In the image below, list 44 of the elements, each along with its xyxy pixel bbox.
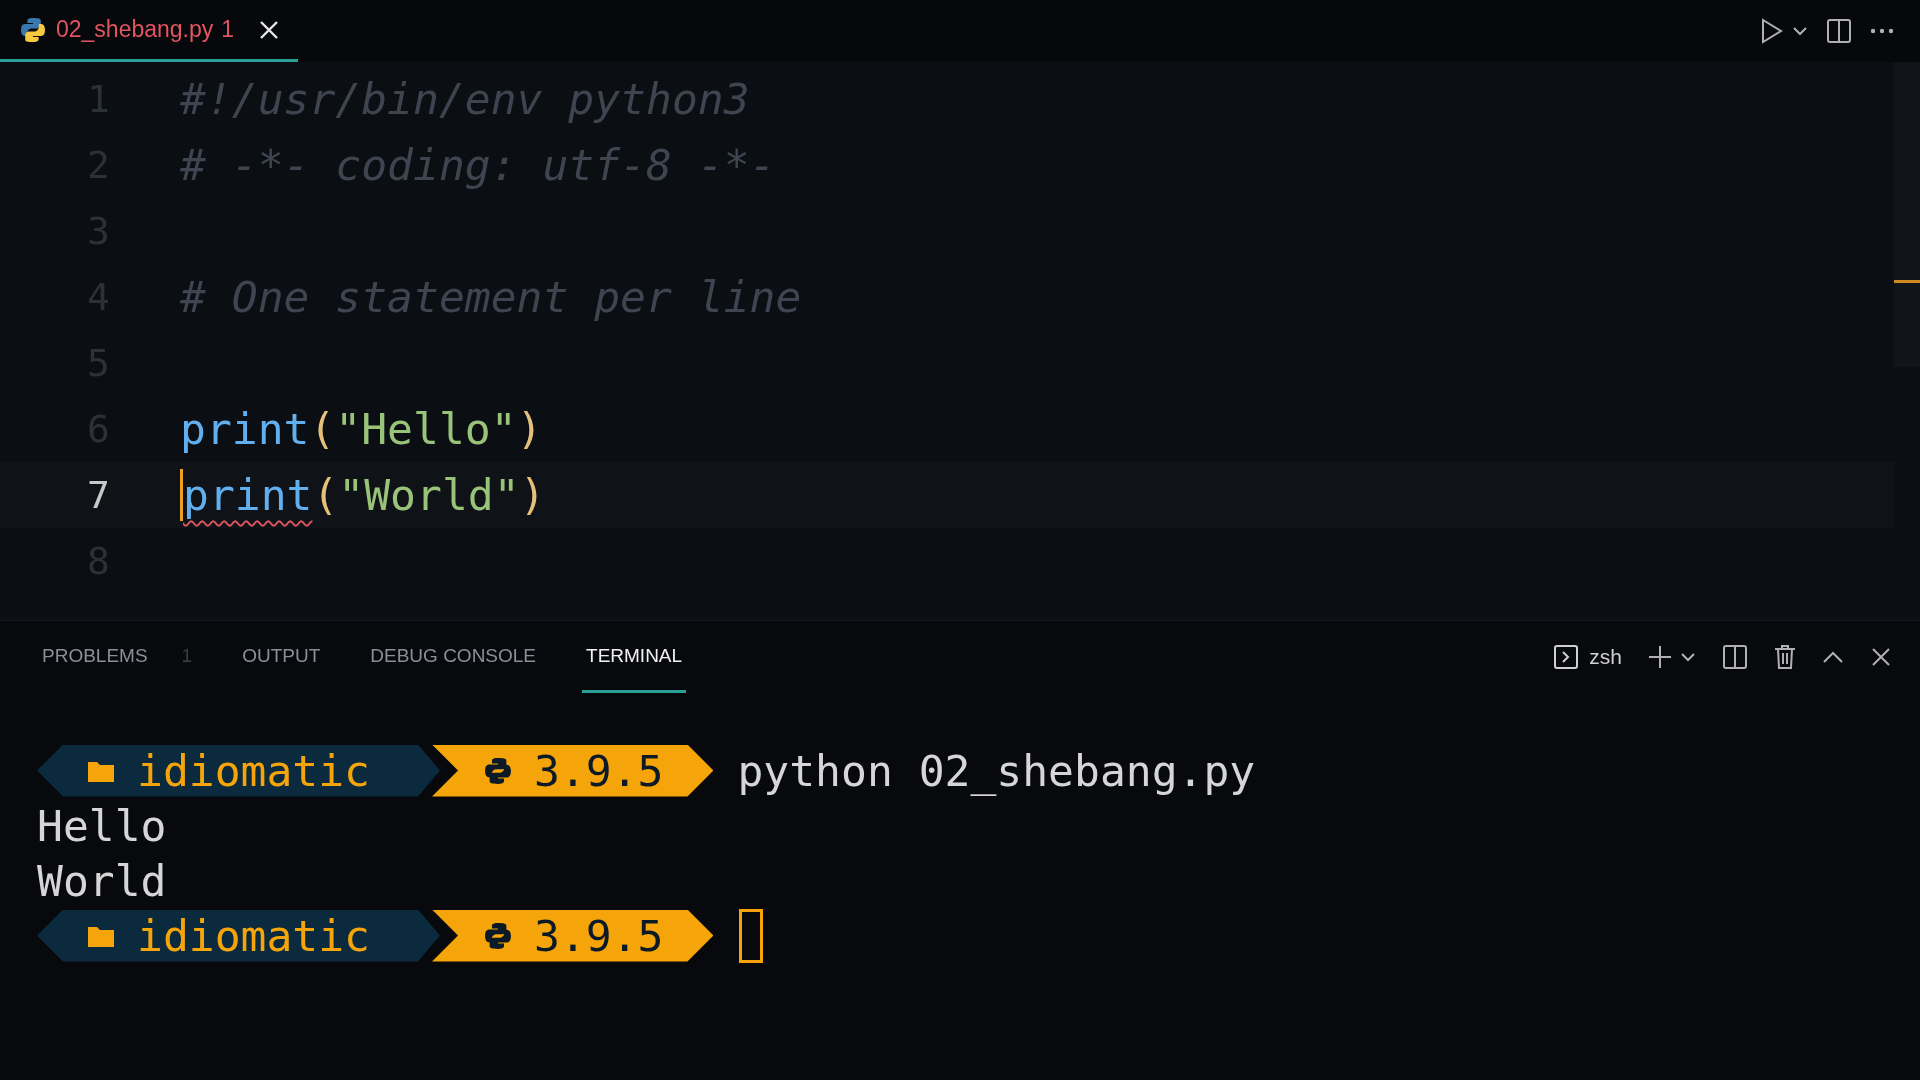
code-token: (	[312, 470, 339, 520]
terminal-command: python 02_shebang.py	[737, 745, 1256, 796]
panel-tab[interactable]: OUTPUT	[238, 621, 325, 693]
code-token: )	[516, 404, 543, 454]
python-version: 3.9.5	[534, 910, 664, 961]
run-button[interactable]	[1760, 18, 1784, 44]
terminal-output: Hello	[37, 800, 167, 851]
split-editor-icon[interactable]	[1826, 18, 1852, 44]
scrollbar[interactable]	[1894, 62, 1920, 367]
python-icon	[484, 756, 512, 785]
close-panel-icon[interactable]	[1870, 646, 1892, 668]
code-token: print	[183, 470, 313, 520]
folder-name: idiomatic	[137, 910, 370, 961]
code-comment: #!/usr/bin/env python3	[180, 74, 750, 124]
panel-tab[interactable]: DEBUG CONSOLE	[366, 621, 541, 693]
python-file-icon	[20, 16, 46, 43]
folder-name: idiomatic	[137, 745, 370, 796]
code-token: "Hello"	[335, 404, 517, 454]
add-icon[interactable]	[1648, 645, 1672, 669]
code-token: )	[519, 470, 546, 520]
tab-filename: 02_shebang.py	[56, 16, 214, 43]
panel-tab[interactable]: TERMINAL	[582, 621, 687, 693]
code-comment: # -*- coding: utf-8 -*-	[180, 140, 776, 190]
trash-icon[interactable]	[1774, 644, 1796, 670]
problem-count: 1	[221, 16, 235, 43]
text-cursor	[180, 469, 183, 521]
code-token: "World"	[338, 470, 520, 520]
terminal-shell-button[interactable]: zsh	[1553, 644, 1622, 670]
python-icon	[484, 921, 512, 950]
caret-icon[interactable]	[1680, 652, 1696, 662]
caret-icon[interactable]	[1792, 26, 1808, 36]
python-version: 3.9.5	[534, 745, 664, 796]
panel-tab[interactable]: PROBLEMS 1	[38, 621, 197, 693]
code-token: (	[309, 404, 336, 454]
more-icon[interactable]	[1870, 28, 1894, 34]
line-number: 7	[86, 473, 110, 517]
terminal-output: World	[37, 855, 167, 906]
scrollbar-marker	[1894, 280, 1920, 283]
code-comment: # One statement per line	[180, 272, 802, 322]
close-tab-button[interactable]	[258, 18, 281, 41]
split-terminal-icon[interactable]	[1722, 644, 1748, 670]
chevron-up-icon[interactable]	[1822, 650, 1844, 664]
code-token: print	[180, 404, 310, 454]
terminal-icon	[1553, 644, 1580, 670]
